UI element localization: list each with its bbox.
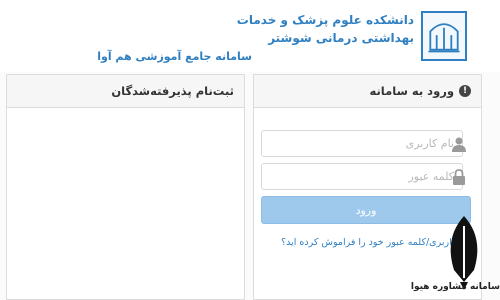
system-name: سامانه جامع آموزشی هم آوا	[97, 50, 252, 63]
password-input[interactable]	[261, 163, 463, 190]
registration-panel: ثبت‌نام پذیرفته‌شدگان	[6, 74, 245, 300]
university-name-line1: دانشکده علوم پزشک و خدمات	[236, 13, 414, 27]
watermark-text: سامانه مشاوره هیوا	[410, 282, 500, 292]
page: دانشکده علوم پزشک و خدمات بهداشتی درمانی…	[0, 0, 500, 300]
header: دانشکده علوم پزشک و خدمات بهداشتی درمانی…	[0, 0, 500, 72]
registration-panel-title: ثبت‌نام پذیرفته‌شدگان	[111, 84, 234, 98]
university-logo	[421, 11, 467, 61]
university-name-line2: بهداشتی درمانی شوشتر	[268, 31, 414, 45]
info-icon: !	[459, 85, 471, 97]
username-input[interactable]	[261, 130, 463, 157]
login-panel-header: ! ورود به سامانه	[254, 75, 481, 108]
registration-panel-header: ثبت‌نام پذیرفته‌شدگان	[7, 75, 244, 108]
login-panel-title: ورود به سامانه	[369, 84, 454, 98]
lock-icon	[445, 163, 473, 190]
user-icon	[445, 130, 473, 157]
